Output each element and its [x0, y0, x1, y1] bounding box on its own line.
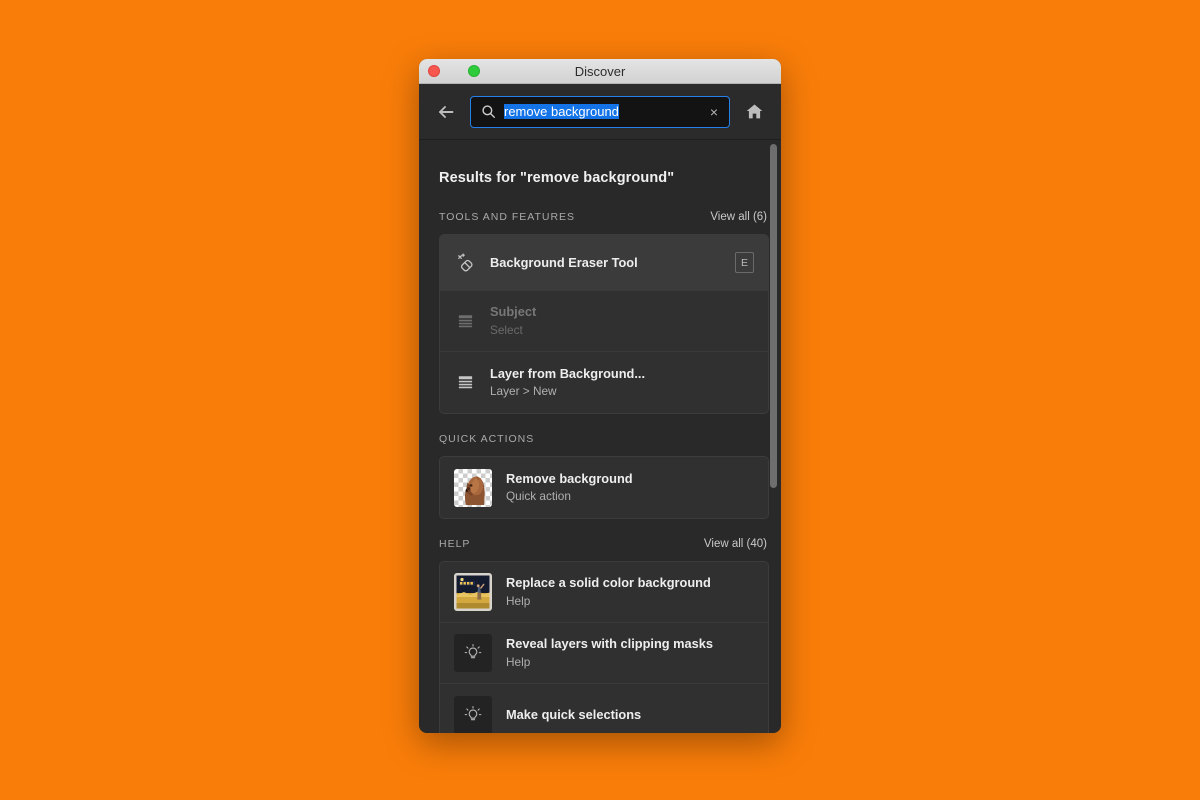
result-subtitle: Quick action — [506, 489, 571, 504]
search-input-value[interactable]: remove background — [504, 104, 700, 119]
result-title: Replace a solid color background — [506, 575, 711, 591]
result-subtitle: Layer > New — [490, 384, 557, 399]
background-eraser-tool-icon — [454, 252, 476, 274]
tutorial-photo-thumbnail — [454, 573, 492, 611]
view-all-help-link[interactable]: View all (40) — [704, 538, 767, 550]
section-header-quick-actions: QUICK ACTIONS — [439, 414, 769, 456]
result-row-text: Reveal layers with clipping masks Help — [506, 635, 754, 670]
result-row-text: Make quick selections — [506, 706, 754, 723]
result-row-text: Subject Select — [490, 303, 754, 338]
search-input[interactable]: remove background × — [470, 95, 730, 128]
result-row-text: Remove background Quick action — [506, 470, 754, 505]
result-row-subject: Subject Select — [440, 291, 768, 352]
result-title: Make quick selections — [506, 706, 642, 722]
result-row-reveal-layers-clipping-masks[interactable]: Reveal layers with clipping masks Help — [440, 623, 768, 684]
keyboard-shortcut-badge: E — [735, 252, 754, 273]
view-all-tools-link[interactable]: View all (6) — [710, 211, 767, 223]
zoom-button[interactable] — [468, 65, 480, 77]
menu-command-icon — [454, 372, 476, 394]
search-toolbar: remove background × — [419, 84, 781, 140]
section-header-help: HELP View all (40) — [439, 519, 769, 561]
quick-actions-card: Remove background Quick action — [439, 456, 769, 519]
back-arrow-icon[interactable] — [433, 99, 459, 125]
page-title: Results for "remove background" — [439, 170, 675, 186]
result-title: Remove background — [506, 470, 633, 486]
window-titlebar: Discover — [419, 59, 781, 84]
results-content: Results for "remove background" TOOLS AN… — [419, 140, 781, 733]
section-label: HELP — [439, 538, 471, 550]
close-button[interactable] — [428, 65, 440, 77]
result-row-layer-from-background[interactable]: Layer from Background... Layer > New — [440, 352, 768, 413]
result-row-text: Replace a solid color background Help — [506, 574, 754, 609]
dog-on-transparent-checkerboard-thumbnail — [454, 468, 492, 507]
result-subtitle: Help — [506, 593, 531, 608]
help-results-card: Replace a solid color background Help Re… — [439, 561, 769, 733]
result-row-background-eraser-tool[interactable]: Background Eraser Tool E — [440, 235, 768, 291]
lightbulb-icon — [454, 695, 492, 733]
result-subtitle: Help — [506, 654, 531, 669]
section-label: QUICK ACTIONS — [439, 433, 535, 445]
results-scroll-area: Results for "remove background" TOOLS AN… — [419, 140, 781, 733]
result-title: Background Eraser Tool — [490, 254, 638, 270]
vertical-scrollbar[interactable] — [770, 140, 777, 733]
result-title: Subject — [490, 304, 537, 320]
section-header-tools: TOOLS AND FEATURES View all (6) — [439, 192, 769, 234]
result-row-make-quick-selections[interactable]: Make quick selections — [440, 684, 768, 733]
clear-search-icon[interactable]: × — [708, 105, 720, 119]
scrollbar-thumb[interactable] — [770, 144, 777, 488]
lightbulb-icon — [454, 634, 492, 672]
result-row-text: Layer from Background... Layer > New — [490, 365, 754, 400]
menu-command-icon — [454, 310, 476, 332]
home-icon[interactable] — [741, 99, 767, 125]
tools-results-card: Background Eraser Tool E Subject Select … — [439, 234, 769, 414]
discover-window: Discover remove background × Results for… — [419, 59, 781, 733]
section-label: TOOLS AND FEATURES — [439, 211, 576, 223]
result-title: Reveal layers with clipping masks — [506, 636, 713, 652]
result-row-text: Background Eraser Tool — [490, 254, 721, 271]
result-row-remove-background[interactable]: Remove background Quick action — [440, 457, 768, 518]
result-subtitle: Select — [490, 322, 523, 337]
search-icon — [481, 104, 496, 119]
result-row-replace-solid-color-background[interactable]: Replace a solid color background Help — [440, 562, 768, 623]
result-title: Layer from Background... — [490, 365, 646, 381]
